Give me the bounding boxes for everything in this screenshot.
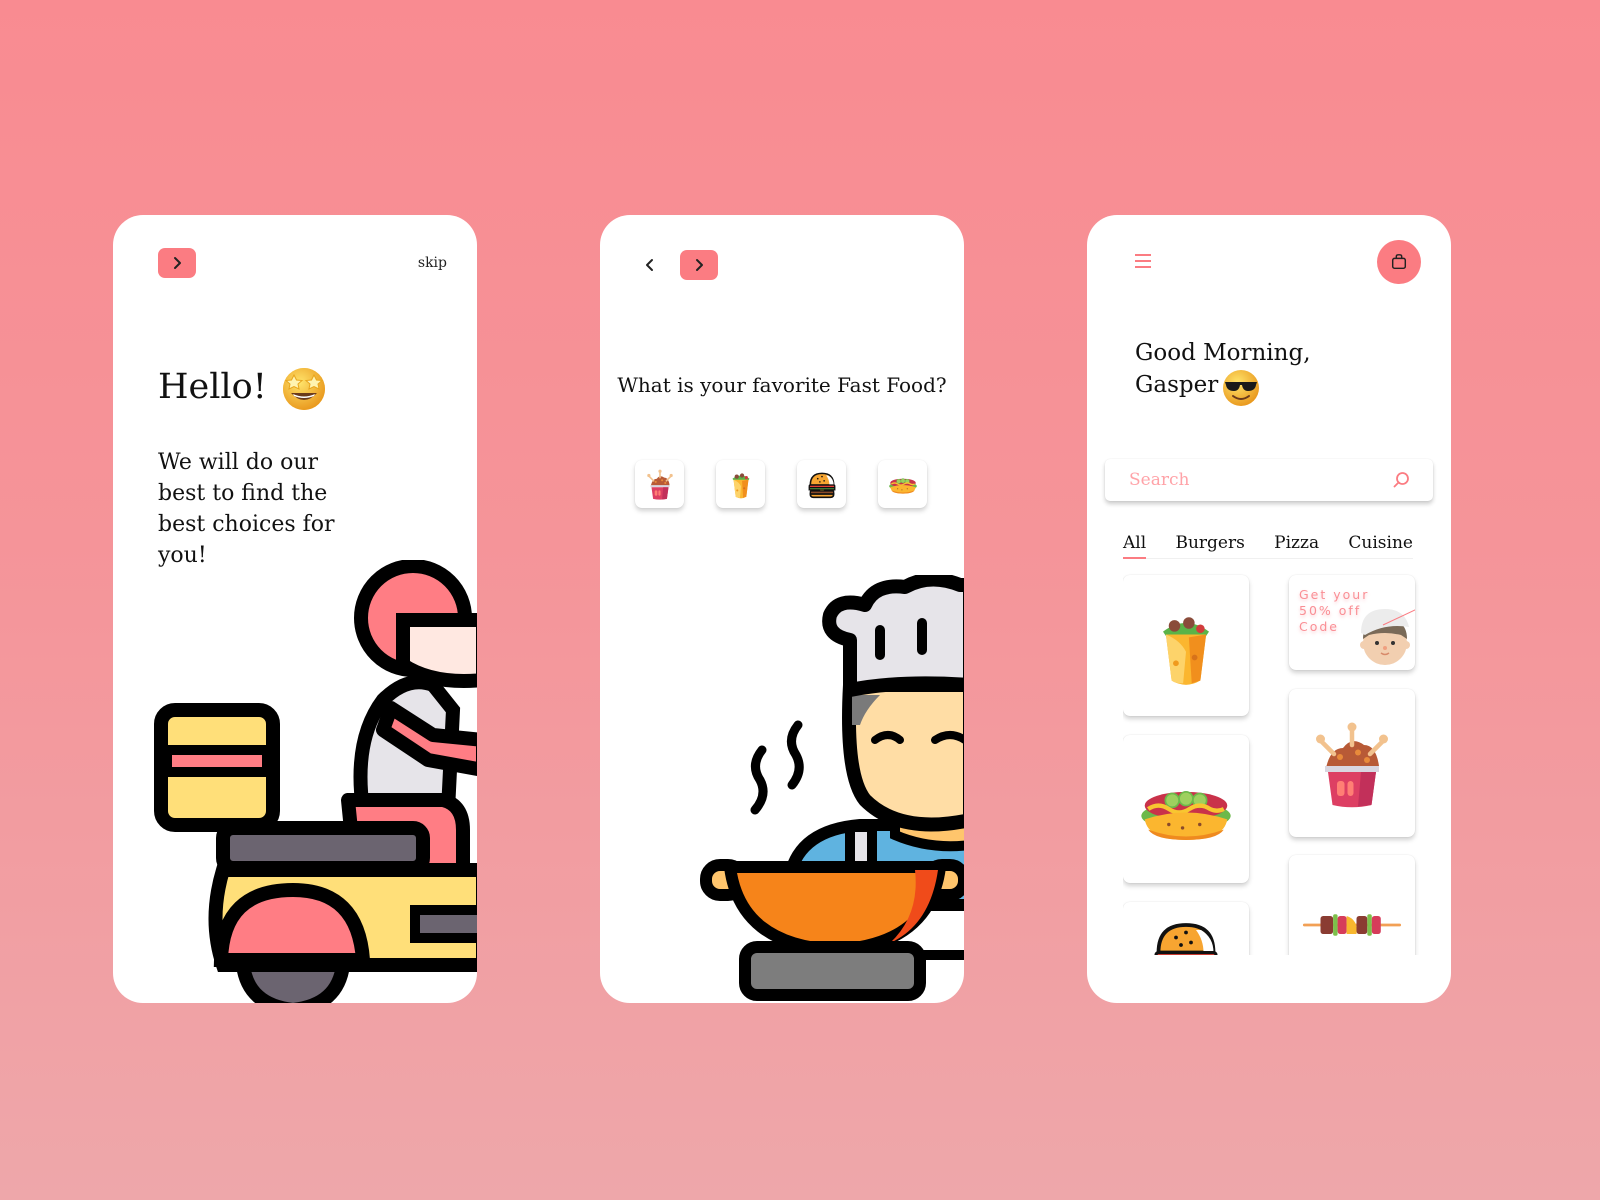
food-option-burger[interactable] [797, 460, 846, 508]
search-icon[interactable] [1391, 470, 1411, 490]
kebab-skewer-icon [1302, 914, 1402, 936]
fried-chicken-icon [645, 468, 674, 501]
onboarding-screen-welcome: skip Hello! We will do our best to find … [113, 215, 477, 1003]
food-card-burger[interactable] [1123, 902, 1249, 955]
food-option-hot-dog[interactable] [878, 460, 927, 508]
promo-line-1: Get your [1299, 587, 1370, 602]
shopping-bag-icon [1391, 254, 1407, 270]
food-card-burrito[interactable] [1123, 575, 1249, 716]
tab-cuisine[interactable]: Cuisine [1348, 533, 1413, 556]
search-input[interactable] [1129, 470, 1391, 490]
food-card-kebab[interactable] [1289, 855, 1415, 955]
chevron-left-icon [646, 259, 653, 271]
welcome-title: Hello! [158, 367, 267, 407]
burger-icon [1154, 923, 1218, 955]
tab-pizza[interactable]: Pizza [1274, 533, 1319, 556]
skip-link[interactable]: skip [418, 255, 447, 271]
cart-button[interactable] [1377, 240, 1421, 284]
tab-all[interactable]: All [1123, 533, 1147, 559]
hamburger-menu-icon[interactable] [1132, 251, 1154, 271]
food-grid: Get your 50% off Code [1123, 573, 1419, 955]
tab-burgers[interactable]: Burgers [1175, 533, 1244, 556]
food-question: What is your favorite Fast Food? [617, 373, 947, 397]
burger-icon [807, 472, 836, 499]
delivery-scooter-illustration [154, 560, 477, 1003]
chevron-right-icon [174, 257, 181, 269]
star-struck-emoji-icon [281, 365, 327, 411]
chevron-right-icon [696, 259, 703, 271]
onboarding-screen-food-preference: What is your favorite Fast Food? [600, 215, 964, 1003]
chef-cooking-illustration [700, 575, 964, 1001]
food-option-burrito[interactable] [716, 460, 765, 508]
welcome-description: We will do our best to find the best cho… [158, 450, 335, 568]
search-bar [1105, 459, 1433, 501]
sunglasses-emoji-icon [1223, 370, 1259, 406]
hot-dog-icon [888, 478, 917, 495]
promo-card[interactable]: Get your 50% off Code [1289, 575, 1415, 670]
food-option-fried-chicken[interactable] [635, 460, 684, 508]
home-screen: Good Morning, Gasper All Burgers Pizza C… [1087, 215, 1451, 1003]
food-options [635, 460, 927, 508]
hot-dog-icon [1131, 754, 1241, 864]
food-card-hot-dog[interactable] [1123, 735, 1249, 883]
food-card-fried-chicken[interactable] [1289, 689, 1415, 837]
next-button[interactable] [158, 248, 196, 278]
chef-boy-avatar-icon [1360, 609, 1415, 665]
greeting-line-1: Good Morning, [1135, 340, 1311, 366]
next-button[interactable] [680, 250, 718, 280]
category-tabs: All Burgers Pizza Cuisine [1123, 533, 1413, 559]
burrito-icon [732, 473, 749, 499]
fried-chicken-icon [1304, 715, 1400, 811]
burrito-icon [1163, 616, 1209, 685]
back-button[interactable] [638, 250, 662, 280]
